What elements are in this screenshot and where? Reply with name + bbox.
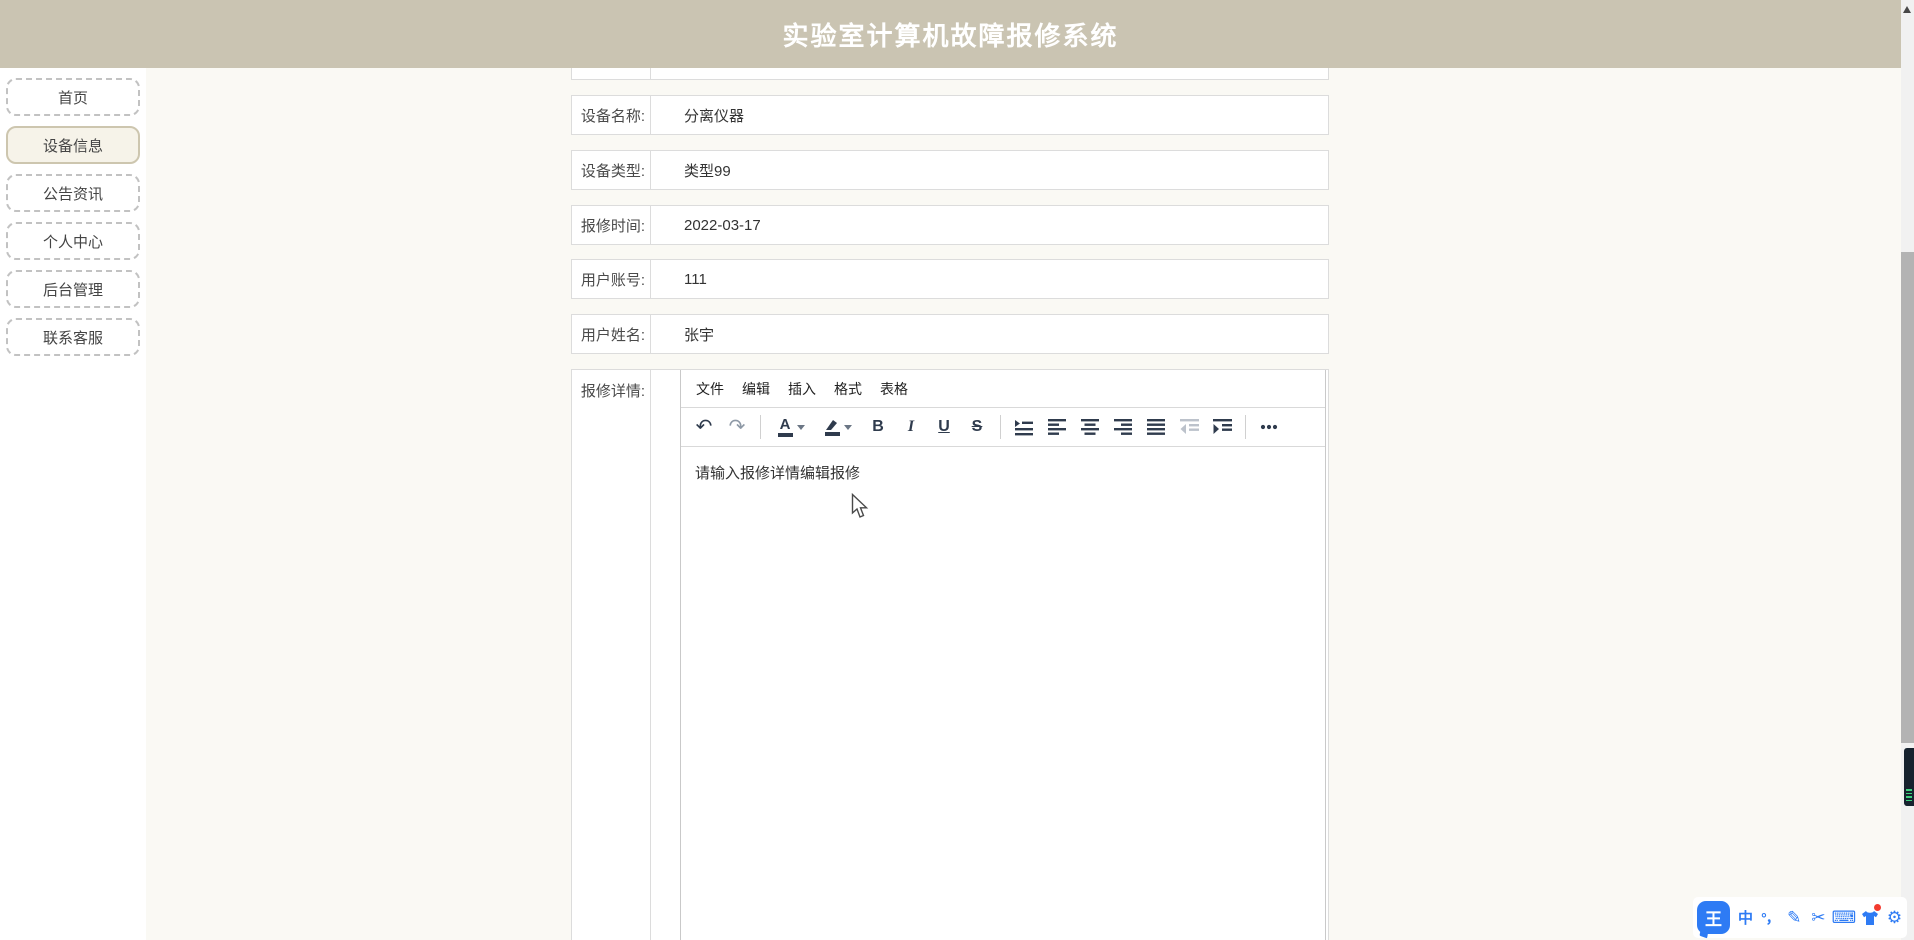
device-name-label: 设备名称: <box>572 96 651 134</box>
sidebar-item-customer-service[interactable]: 联系客服 <box>6 318 140 356</box>
menu-file[interactable]: 文件 <box>687 374 733 404</box>
editor-menubar: 文件 编辑 插入 格式 表格 <box>681 370 1325 408</box>
align-left-icon <box>1048 419 1066 435</box>
text-color-button[interactable]: A <box>769 412 813 442</box>
scissors-icon[interactable]: ✂ <box>1810 906 1827 930</box>
underline-icon: U <box>938 418 950 435</box>
scroll-up-arrow-icon[interactable] <box>1903 6 1911 13</box>
handwriting-icon[interactable]: ✎ <box>1786 906 1803 930</box>
ime-logo[interactable]: 王 <box>1697 901 1730 934</box>
sidebar-item-admin[interactable]: 后台管理 <box>6 270 140 308</box>
align-left-button[interactable] <box>1042 412 1072 442</box>
chevron-down-icon <box>844 424 852 430</box>
align-center-button[interactable] <box>1075 412 1105 442</box>
device-name-value[interactable]: 分离仪器 <box>651 96 1328 134</box>
user-name-label: 用户姓名: <box>572 315 651 353</box>
align-center-icon <box>1081 419 1099 435</box>
app-header: 实验室计算机故障报修系统 <box>0 0 1901 68</box>
user-account-value[interactable]: 111 <box>651 260 1328 298</box>
align-justify-icon <box>1147 419 1165 435</box>
editor-text: 请输入报修详情编辑报修 <box>695 465 861 482</box>
chevron-down-icon <box>796 424 805 430</box>
sidebar-item-device-info[interactable]: 设备信息 <box>6 126 140 164</box>
more-button[interactable] <box>1254 412 1284 442</box>
scrollbar-thumb[interactable] <box>1901 252 1914 743</box>
repair-detail-label: 报修详情: <box>572 370 651 940</box>
outdent-icon <box>1179 419 1199 434</box>
toolbar-separator <box>1000 415 1001 439</box>
lang-toggle-icon[interactable]: 中 <box>1737 906 1754 930</box>
underline-button[interactable]: U <box>929 412 959 442</box>
keyboard-icon[interactable]: ⌨ <box>1832 906 1857 930</box>
strikethrough-icon: S <box>971 418 983 435</box>
editor-content-area[interactable]: 请输入报修详情编辑报修 <box>681 447 1325 498</box>
outdent-button[interactable] <box>1174 412 1204 442</box>
strikethrough-button[interactable]: S <box>962 412 992 442</box>
italic-button[interactable]: I <box>896 412 926 442</box>
line-height-icon <box>1015 419 1033 435</box>
form-row-device-name: 设备名称: 分离仪器 <box>571 95 1329 135</box>
italic-icon: I <box>907 418 915 435</box>
menu-edit[interactable]: 编辑 <box>733 374 779 404</box>
device-type-label: 设备类型: <box>572 151 651 189</box>
menu-insert[interactable]: 插入 <box>779 374 825 404</box>
toolbar-separator <box>760 415 761 439</box>
menu-table[interactable]: 表格 <box>871 374 917 404</box>
notification-dot <box>1873 903 1881 911</box>
bold-icon: B <box>872 418 884 435</box>
highlight-color-icon <box>824 419 840 436</box>
sidebar: 首页 设备信息 公告资讯 个人中心 后台管理 联系客服 <box>0 68 146 940</box>
form-row-user-name: 用户姓名: 张宇 <box>571 314 1329 354</box>
undo-icon: ↶ <box>695 416 713 438</box>
punctuation-icon[interactable]: °， <box>1761 906 1780 930</box>
form-row-user-account: 用户账号: 111 <box>571 259 1329 299</box>
gear-icon[interactable]: ⚙ <box>1886 906 1903 930</box>
indent-button[interactable] <box>1207 412 1237 442</box>
redo-button[interactable]: ↷ <box>722 412 752 442</box>
form-row-device-type: 设备类型: 类型99 <box>571 150 1329 190</box>
skin-icon[interactable] <box>1861 903 1881 930</box>
align-right-icon <box>1114 419 1132 435</box>
indent-icon <box>1212 419 1232 434</box>
repair-time-value[interactable]: 2022-03-17 <box>651 206 1328 244</box>
text-color-icon: A <box>777 417 793 437</box>
highlight-color-button[interactable] <box>816 412 860 442</box>
menu-format[interactable]: 格式 <box>825 374 871 404</box>
sidebar-item-personal-center[interactable]: 个人中心 <box>6 222 140 260</box>
align-justify-button[interactable] <box>1141 412 1171 442</box>
undo-button[interactable]: ↶ <box>689 412 719 442</box>
align-right-button[interactable] <box>1108 412 1138 442</box>
user-name-value[interactable]: 张宇 <box>651 315 1328 353</box>
edge-widget[interactable] <box>1904 748 1914 806</box>
editor-toolbar: ↶ ↷ A B I U S <box>681 408 1325 447</box>
sidebar-item-home[interactable]: 首页 <box>6 78 140 116</box>
form-label <box>572 68 651 79</box>
sidebar-item-announcements[interactable]: 公告资讯 <box>6 174 140 212</box>
main-content: 设备名称: 分离仪器 设备类型: 类型99 报修时间: 2022-03-17 用… <box>146 68 1901 940</box>
form-row-repair-time: 报修时间: 2022-03-17 <box>571 205 1329 245</box>
repair-time-label: 报修时间: <box>572 206 651 244</box>
toolbar-separator <box>1245 415 1246 439</box>
page-title: 实验室计算机故障报修系统 <box>782 20 1119 51</box>
more-icon <box>1260 424 1278 430</box>
user-account-label: 用户账号: <box>572 260 651 298</box>
form-value[interactable] <box>651 68 1328 79</box>
form-row-repair-detail: 报修详情: 文件 编辑 插入 格式 表格 ↶ ↷ A B I U S 请输入报修… <box>571 369 1329 940</box>
rich-text-editor: 文件 编辑 插入 格式 表格 ↶ ↷ A B I U S 请输入报修详情编辑报修 <box>680 370 1326 940</box>
ime-toolbar: 王 中 °， ✎ ✂ ⌨ ⚙ <box>1693 897 1907 938</box>
redo-icon: ↷ <box>728 416 746 438</box>
bold-button[interactable]: B <box>863 412 893 442</box>
device-type-value[interactable]: 类型99 <box>651 151 1328 189</box>
line-height-button[interactable] <box>1009 412 1039 442</box>
form-row-partial <box>571 68 1329 80</box>
